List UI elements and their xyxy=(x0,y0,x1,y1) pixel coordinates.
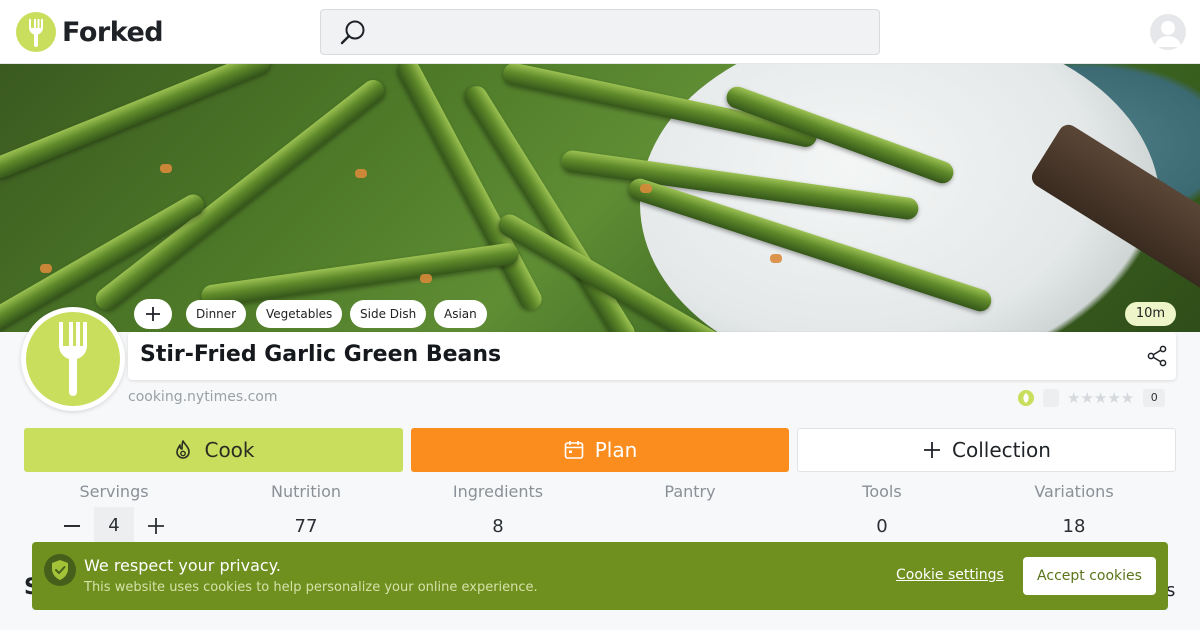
hero-bean xyxy=(0,64,274,182)
nutrition-value[interactable]: 77 xyxy=(211,516,401,537)
cookie-title: We respect your privacy. xyxy=(84,556,281,575)
add-tag-button[interactable] xyxy=(134,299,172,329)
add-collection-button[interactable]: Collection xyxy=(797,428,1176,472)
hero-garlic xyxy=(420,274,432,283)
variations-label[interactable]: Variations xyxy=(979,482,1169,501)
cookie-description: This website uses cookies to help person… xyxy=(84,580,538,595)
fork-icon xyxy=(26,312,120,406)
shield-check-icon xyxy=(44,554,76,586)
tag-chip-side-dish[interactable]: Side Dish xyxy=(350,300,427,328)
tag-chip-asian[interactable]: Asian xyxy=(434,300,487,328)
calendar-icon xyxy=(564,441,584,459)
collection-button-label: Collection xyxy=(952,438,1051,462)
hero-garlic xyxy=(160,164,172,173)
accept-cookies-button[interactable]: Accept cookies xyxy=(1023,557,1156,595)
recipe-hero-image xyxy=(0,64,1200,332)
rating-toggle[interactable] xyxy=(1043,389,1059,407)
cookie-settings-link[interactable]: Cookie settings xyxy=(896,567,1004,583)
decrease-servings-button[interactable] xyxy=(58,507,86,545)
hero-garlic xyxy=(40,264,52,273)
cook-time-badge: 10m xyxy=(1125,302,1176,326)
ingredients-label[interactable]: Ingredients xyxy=(403,482,593,501)
tag-chip-dinner[interactable]: Dinner xyxy=(186,300,247,328)
plan-button[interactable]: Plan xyxy=(411,428,789,472)
search-icon xyxy=(340,20,365,45)
plan-button-label: Plan xyxy=(594,438,638,462)
recipe-title-card: Stir-Fried Garlic Green Beans xyxy=(128,332,1176,380)
hero-garlic xyxy=(640,184,652,193)
tools-label[interactable]: Tools xyxy=(787,482,977,501)
user-avatar[interactable] xyxy=(1150,14,1186,50)
star-rating[interactable]: ★★★★★ xyxy=(1067,389,1134,407)
cook-button[interactable]: Cook xyxy=(24,428,403,472)
hero-garlic xyxy=(355,169,367,178)
variations-value[interactable]: 18 xyxy=(979,516,1169,537)
share-icon[interactable] xyxy=(1146,345,1168,367)
servings-stepper: 4 xyxy=(58,507,170,545)
recipe-source-link[interactable]: cooking.nytimes.com xyxy=(128,389,277,405)
flame-icon xyxy=(176,440,191,459)
brand-name: Forked xyxy=(62,16,164,48)
recipe-title: Stir-Fried Garlic Green Beans xyxy=(140,342,502,367)
servings-value[interactable]: 4 xyxy=(94,507,134,545)
top-header: Forked xyxy=(0,0,1200,64)
servings-label: Servings xyxy=(79,482,149,501)
minus-icon xyxy=(64,525,80,527)
recipe-avatar xyxy=(21,307,125,411)
plus-icon xyxy=(924,442,941,458)
hero-bean xyxy=(200,241,520,309)
increase-servings-button[interactable] xyxy=(142,507,170,545)
search-input[interactable] xyxy=(320,9,880,55)
nutrition-label[interactable]: Nutrition xyxy=(211,482,401,501)
fork-logo-icon xyxy=(16,12,56,52)
rating-row: ★★★★★ 0 xyxy=(1018,388,1166,408)
leaf-icon xyxy=(1018,390,1034,406)
hero-garlic xyxy=(770,254,782,263)
forked-logo[interactable]: Forked xyxy=(16,12,164,52)
cook-button-label: Cook xyxy=(204,438,255,462)
tools-value[interactable]: 0 xyxy=(787,516,977,537)
hero-bean xyxy=(0,190,209,332)
ingredients-value[interactable]: 8 xyxy=(403,516,593,537)
plus-icon xyxy=(146,307,160,321)
rating-count: 0 xyxy=(1143,389,1166,407)
plus-icon xyxy=(148,518,164,534)
cookie-banner: We respect your privacy. This website us… xyxy=(32,542,1168,610)
user-icon xyxy=(1155,21,1181,47)
pantry-label[interactable]: Pantry xyxy=(595,482,785,501)
tag-chip-vegetables[interactable]: Vegetables xyxy=(256,300,343,328)
